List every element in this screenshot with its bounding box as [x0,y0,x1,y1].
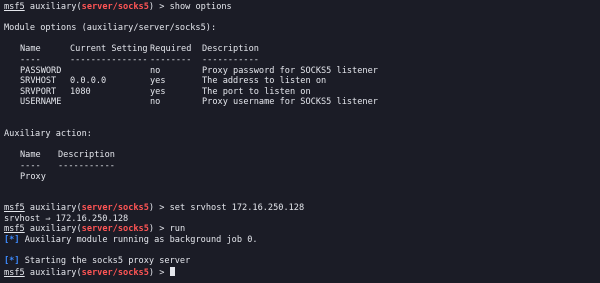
command-text: set srvhost 172.16.250.128 [169,203,305,214]
text-cursor [169,266,175,276]
table-underline-row: ---- --------------- -------- ----------- [20,54,259,65]
prompt-line-3: msf5 auxiliary(server/socks5) > run [4,224,186,235]
aux-action-table: Name Description ---- ----------- Proxy [20,150,115,182]
prompt-line-4[interactable]: msf5 auxiliary(server/socks5) > [4,266,600,278]
module-options-heading: Module options (auxiliary/server/socks5)… [4,23,217,34]
table-underline-row: ---- ----------- [20,160,115,171]
set-result: srvhost ⇒ 172.16.250.128 [4,213,129,224]
table-header-row: Name Description [20,150,115,161]
status-marker: [*] [4,256,20,267]
table-header-row: Name Current Setting Required Description [20,44,259,55]
prompt-line-1: msf5 auxiliary(server/socks5) > show opt… [4,2,232,12]
status-running: [*] Auxiliary module running as backgrou… [4,235,258,246]
table-row: USERNAME no Proxy username for SOCKS5 list… [20,97,378,108]
aux-action-heading: Auxiliary action: [4,129,92,140]
command-text: run [169,224,186,235]
command-text: show options [169,2,232,12]
table-row: SRVPORT 1080 yes The port to listen on [20,86,311,97]
msf-label: msf5 [4,2,25,12]
table-row: SRVHOST 0.0.0.0 yes The address to listen o… [20,76,327,87]
terminal-window[interactable]: msf5 auxiliary(server/socks5) > show opt… [0,0,600,283]
table-row: PASSWORD no Proxy password for SOCKS5 list… [20,65,378,76]
status-starting: [*] Starting the socks5 proxy server [4,256,191,267]
status-marker: [*] [4,235,20,246]
prompt-line-2: msf5 auxiliary(server/socks5) > set srvh… [4,203,305,214]
module-options-table: Name Current Setting Required Description -… [20,44,442,108]
module-path: server/socks5 [81,2,149,12]
table-row: Proxy [20,171,46,182]
